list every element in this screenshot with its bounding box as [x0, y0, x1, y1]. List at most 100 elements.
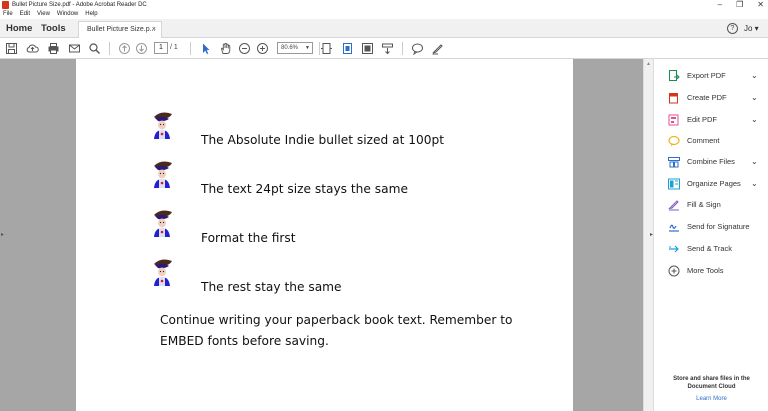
- tool-label: Send for Signature: [687, 222, 750, 231]
- tool-label: More Tools: [687, 266, 724, 275]
- learn-more-link[interactable]: Learn More: [654, 395, 768, 403]
- window-title: Bullet Picture Size.pdf - Adobe Acrobat …: [12, 2, 147, 8]
- menu-help[interactable]: Help: [85, 10, 97, 19]
- chevron-down-icon[interactable]: ⌄: [751, 69, 758, 83]
- tool-export-pdf[interactable]: Export PDF ⌄: [668, 69, 768, 85]
- promo-line: Document Cloud: [687, 384, 736, 390]
- menu-window[interactable]: Window: [57, 10, 78, 19]
- tool-label: Fill & Sign: [687, 200, 721, 209]
- tool-label: Export PDF: [687, 71, 726, 80]
- tool-label: Organize Pages: [687, 179, 741, 188]
- indie-bullet-icon: [154, 259, 172, 286]
- toolbar-separator: [109, 42, 110, 55]
- bullet-text: Format the first: [201, 231, 296, 245]
- tab-tools[interactable]: Tools: [41, 19, 66, 38]
- list-item: The rest stay the same: [76, 258, 573, 298]
- combine-files-icon: [668, 157, 680, 168]
- zoom-level-value: 80.6%: [281, 45, 299, 51]
- menu-view[interactable]: View: [37, 10, 50, 19]
- fit-page-icon[interactable]: [319, 41, 334, 56]
- tool-fill-sign[interactable]: Fill & Sign: [668, 198, 768, 214]
- page-display-icon[interactable]: [340, 41, 355, 56]
- page-number-input[interactable]: 1: [154, 42, 168, 54]
- menu-edit[interactable]: Edit: [20, 10, 30, 19]
- export-pdf-icon: [669, 70, 680, 81]
- close-tab-icon[interactable]: ×: [152, 22, 156, 38]
- bullet-text: The Absolute Indie bullet sized at 100pt: [201, 133, 445, 147]
- tool-send-for-signature[interactable]: Send for Signature: [668, 220, 768, 236]
- comment-icon: [668, 135, 680, 147]
- user-account-menu[interactable]: Jo ▾: [744, 19, 759, 38]
- tool-label: Edit PDF: [687, 115, 718, 124]
- maximize-button[interactable]: ❐: [736, 0, 743, 10]
- tab-bar: Home Tools Bullet Picture Size.p... × ? …: [0, 19, 768, 38]
- list-item: The text 24pt size stays the same: [76, 160, 573, 200]
- title-bar: Bullet Picture Size.pdf - Adobe Acrobat …: [0, 0, 768, 10]
- hand-tool-icon[interactable]: [218, 41, 233, 56]
- upload-cloud-icon[interactable]: [25, 41, 40, 56]
- close-window-button[interactable]: ✕: [757, 0, 764, 10]
- tool-label: Combine Files: [687, 157, 735, 166]
- search-icon[interactable]: [87, 41, 102, 56]
- tool-comment[interactable]: Comment: [668, 134, 768, 150]
- scroll-up-icon[interactable]: ▲: [646, 61, 651, 67]
- bullet-text: The text 24pt size stays the same: [201, 182, 408, 196]
- tool-combine-files[interactable]: Combine Files ⌄: [668, 155, 768, 171]
- list-item: The Absolute Indie bullet sized at 100pt: [76, 111, 573, 151]
- body-paragraph: Continue writing your paperback book tex…: [160, 310, 540, 352]
- help-icon[interactable]: ?: [727, 23, 738, 34]
- chevron-down-icon[interactable]: ⌄: [751, 177, 758, 191]
- bullet-text: The rest stay the same: [201, 280, 342, 294]
- list-item: Format the first: [76, 209, 573, 249]
- tab-home[interactable]: Home: [6, 19, 32, 38]
- acrobat-app-icon: [2, 1, 9, 9]
- toolbar-separator: [402, 42, 403, 55]
- highlight-pen-icon[interactable]: [430, 41, 445, 56]
- zoom-out-icon[interactable]: [237, 41, 252, 56]
- indie-bullet-icon: [154, 210, 172, 237]
- chevron-down-icon[interactable]: ⌄: [751, 113, 758, 127]
- document-tab-label: Bullet Picture Size.p...: [87, 26, 156, 33]
- fill-sign-icon: [668, 200, 679, 211]
- zoom-in-icon[interactable]: [255, 41, 270, 56]
- edit-pdf-icon: [668, 114, 679, 126]
- pdf-page: The Absolute Indie bullet sized at 100pt…: [76, 59, 573, 411]
- menu-file[interactable]: File: [3, 10, 13, 19]
- full-screen-icon[interactable]: [360, 41, 375, 56]
- menu-bar: File Edit View Window Help: [0, 10, 768, 19]
- chevron-down-icon[interactable]: ⌄: [751, 91, 758, 105]
- next-page-icon[interactable]: [134, 41, 149, 56]
- save-icon[interactable]: [4, 41, 19, 56]
- scrolling-mode-icon[interactable]: [380, 41, 395, 56]
- comment-toolbar-icon[interactable]: [410, 41, 425, 56]
- body-line: Continue writing your paperback book tex…: [160, 313, 513, 327]
- document-viewport[interactable]: ▸ The Absolute Indie bullet sized at 100…: [0, 59, 653, 411]
- body-line: EMBED fonts before saving.: [160, 334, 329, 348]
- minimize-button[interactable]: –: [718, 0, 722, 10]
- chevron-down-icon[interactable]: ⌄: [751, 155, 758, 169]
- promo-line: Store and share files in the: [673, 376, 750, 382]
- select-cursor-icon[interactable]: [198, 41, 213, 56]
- more-tools-icon: [668, 265, 680, 277]
- left-panel-toggle-icon[interactable]: ▸: [1, 231, 4, 238]
- tool-edit-pdf[interactable]: Edit PDF ⌄: [668, 113, 768, 129]
- indie-bullet-icon: [154, 112, 172, 139]
- print-icon[interactable]: [46, 41, 61, 56]
- organize-pages-icon: [668, 178, 680, 190]
- send-track-icon: [669, 245, 679, 253]
- previous-page-icon[interactable]: [117, 41, 132, 56]
- tool-more-tools[interactable]: More Tools: [668, 264, 768, 280]
- zoom-level-select[interactable]: 80.6% ▼: [277, 42, 313, 54]
- tool-create-pdf[interactable]: Create PDF ⌄: [668, 91, 768, 107]
- window-controls: – ❐ ✕: [718, 0, 764, 10]
- tab-document[interactable]: Bullet Picture Size.p... ×: [78, 21, 162, 38]
- tool-organize-pages[interactable]: Organize Pages ⌄: [668, 177, 768, 193]
- indie-bullet-icon: [154, 161, 172, 188]
- tool-label: Comment: [687, 136, 720, 145]
- tool-label: Send & Track: [687, 244, 733, 253]
- toolbar-separator: [190, 42, 191, 55]
- chevron-down-icon: ▼: [305, 45, 310, 51]
- tool-label: Create PDF: [687, 93, 727, 102]
- tool-send-track[interactable]: Send & Track: [668, 242, 768, 258]
- email-icon[interactable]: [67, 41, 82, 56]
